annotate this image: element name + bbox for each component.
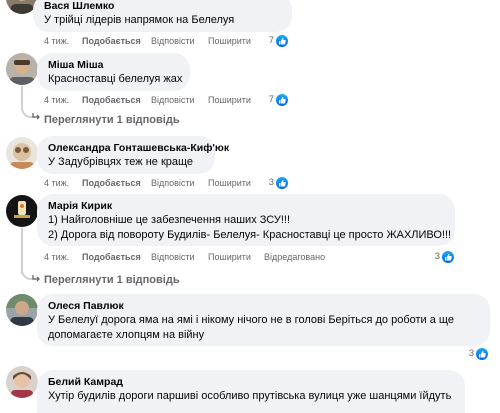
reply-link[interactable]: Відповісти	[151, 250, 195, 264]
reaction-count[interactable]: 7	[262, 93, 288, 107]
reply-link[interactable]: Відповісти	[151, 34, 195, 48]
view-replies-link[interactable]: Переглянути 1 відповідь	[44, 273, 180, 287]
reply-arrow-icon	[32, 275, 40, 282]
like-link[interactable]: Подобається	[82, 93, 141, 107]
comment-text: Красноставці белелуя жах	[48, 73, 183, 85]
share-link[interactable]: Поширити	[208, 93, 251, 107]
comment-bubble: Міша Міша Красноставці белелуя жах	[37, 53, 190, 91]
reaction-count[interactable]: 3	[262, 176, 288, 190]
like-link[interactable]: Подобається	[82, 34, 141, 48]
comment-actions: 4 тиж. Подобається Відповісти Поширити	[44, 176, 264, 190]
comment-bubble: Олеся Павлюк У Белелуї дорога яма на ямі…	[37, 294, 490, 346]
like-link[interactable]: Подобається	[82, 250, 141, 264]
comment-time[interactable]: 4 тиж.	[44, 93, 69, 107]
comment-actions: 4 тиж. Подобається Відповісти Поширити	[44, 93, 264, 107]
share-link[interactable]: Поширити	[208, 250, 251, 264]
reaction-count[interactable]: 3	[428, 250, 454, 264]
like-icon	[442, 251, 454, 263]
comment-text: У Задубрівцях теж не краще	[48, 156, 194, 168]
like-icon	[276, 177, 288, 189]
comment-actions: 4 тиж. Подобається Відповісти Поширити	[44, 34, 264, 48]
reply-arrow-icon	[32, 113, 40, 120]
share-link[interactable]: Поширити	[208, 34, 251, 48]
comment-author[interactable]: Олександра Гонташевська-Киф'юк	[48, 142, 229, 155]
edited-label: Відредаговано	[264, 252, 326, 262]
like-icon	[276, 35, 288, 47]
avatar[interactable]	[6, 137, 38, 169]
comment-bubble: Олександра Гонташевська-Киф'юк У Задубрі…	[37, 136, 229, 174]
reply-link[interactable]: Відповісти	[151, 93, 195, 107]
reaction-count[interactable]: 7	[262, 34, 288, 48]
comment-text: У трійці лідерів напрямок на Белелуя	[44, 14, 235, 26]
comment-author[interactable]: Вася Шлемко	[44, 0, 281, 13]
like-icon	[476, 348, 488, 360]
comment-text: Хутір будилів дороги паршиві особливо пр…	[48, 390, 452, 402]
comment-text: 1) Найголовніше це забезпечення наших ЗС…	[48, 214, 452, 241]
comment-bubble: Белий Камрад Хутір будилів дороги паршив…	[37, 370, 465, 413]
comment-author[interactable]: Міша Міша	[48, 59, 179, 72]
comment-time[interactable]: 4 тиж.	[44, 34, 69, 48]
comment-author[interactable]: Белий Камрад	[48, 376, 454, 389]
comment-text: У Белелуї дорога яма на ямі і нікому ніч…	[48, 314, 454, 341]
like-icon	[276, 94, 288, 106]
share-link[interactable]: Поширити	[208, 176, 251, 190]
avatar[interactable]	[6, 294, 38, 326]
comment-bubble: Марія Кирик 1) Найголовніше це забезпече…	[37, 194, 455, 246]
avatar[interactable]	[6, 53, 38, 85]
avatar[interactable]	[6, 195, 38, 227]
comment-author[interactable]: Олеся Павлюк	[48, 300, 479, 313]
avatar[interactable]	[6, 366, 38, 398]
reaction-count[interactable]: 3	[462, 347, 488, 361]
comment-author[interactable]: Марія Кирик	[48, 200, 444, 213]
comment-actions: 4 тиж. Подобається Відповісти Поширити В…	[44, 250, 344, 264]
like-link[interactable]: Подобається	[82, 176, 141, 190]
view-replies-link[interactable]: Переглянути 1 відповідь	[44, 113, 180, 127]
comment-bubble: Вася Шлемко У трійці лідерів напрямок на…	[33, 0, 292, 32]
comment-time[interactable]: 4 тиж.	[44, 176, 69, 190]
reply-link[interactable]: Відповісти	[151, 176, 195, 190]
comment-time[interactable]: 4 тиж.	[44, 250, 69, 264]
